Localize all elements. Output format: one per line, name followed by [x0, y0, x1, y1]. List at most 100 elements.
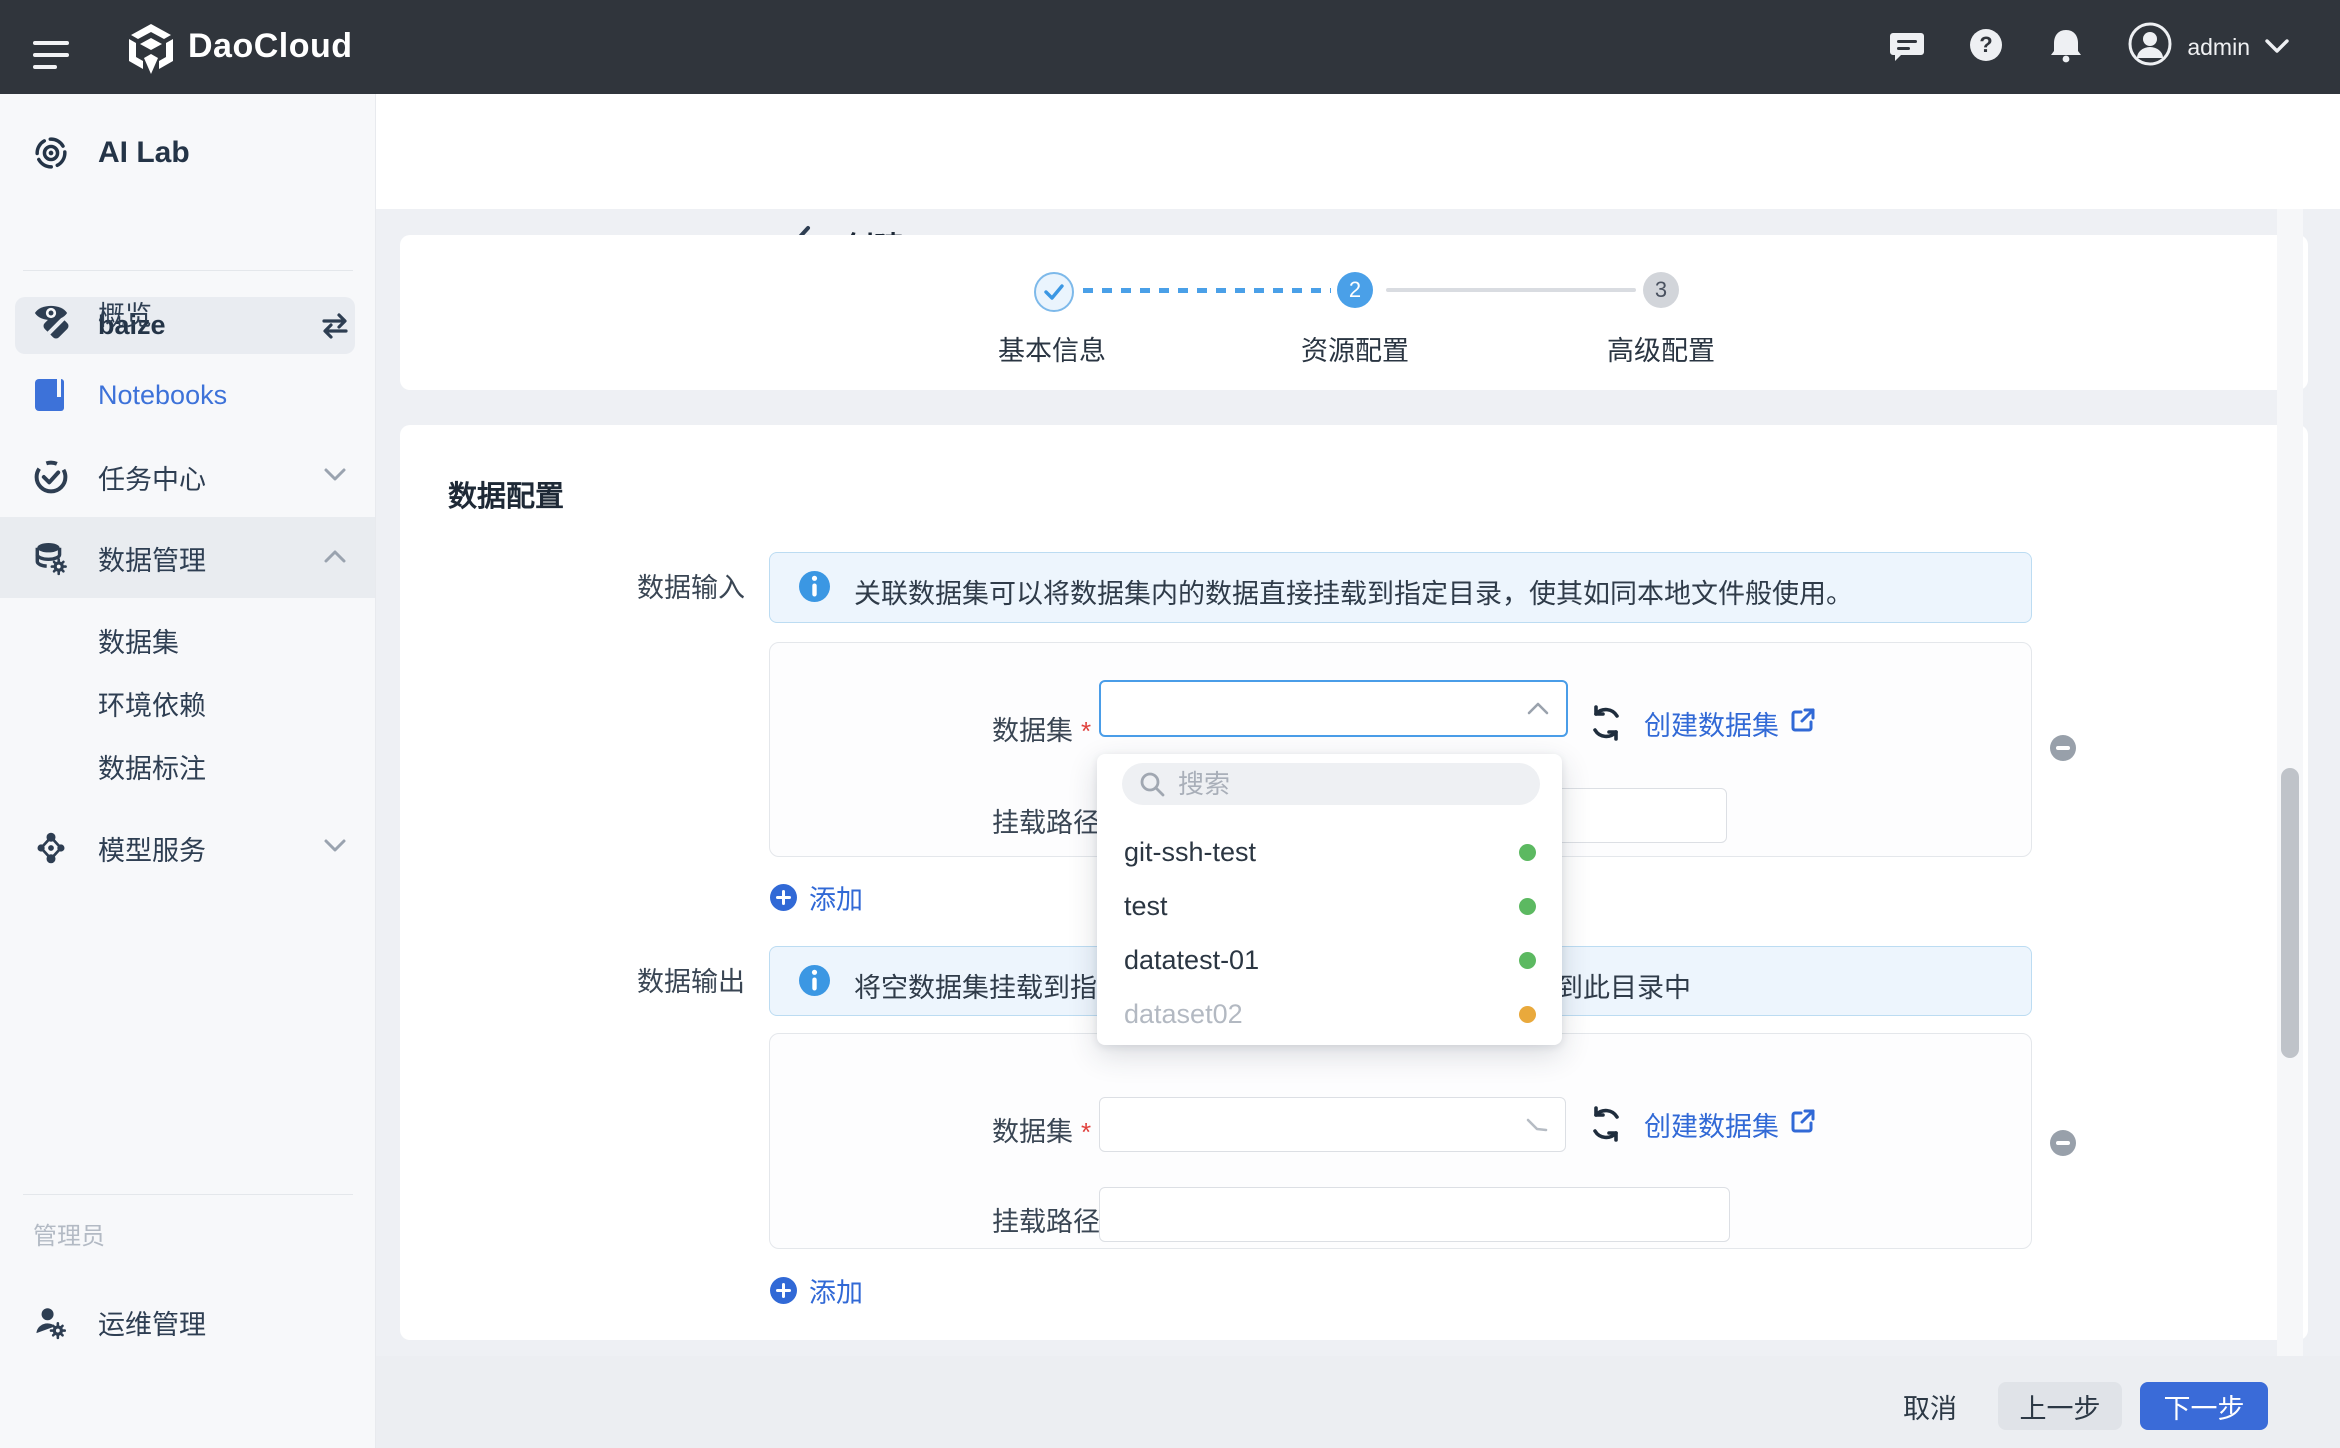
- info-icon: [798, 570, 831, 608]
- dataset-label: 数据集*: [992, 1110, 1091, 1149]
- search-icon: [1138, 770, 1166, 798]
- sidebar-item-notebooks[interactable]: Notebooks: [0, 363, 375, 427]
- sidebar-divider: [23, 1194, 353, 1195]
- eye-icon: [33, 299, 69, 327]
- help-icon[interactable]: ?: [1967, 26, 2005, 69]
- cancel-button[interactable]: 取消: [1895, 1382, 1965, 1430]
- chevron-down-icon: [323, 838, 347, 859]
- avatar-icon: [2127, 21, 2173, 73]
- data-input-hint-banner: 关联数据集可以将数据集内的数据直接挂载到指定目录，使其如同本地文件般使用。: [769, 552, 2032, 623]
- sidebar-item-label: 数据管理: [98, 539, 206, 578]
- status-dot: [1519, 844, 1536, 861]
- required-asterisk: *: [1081, 1117, 1091, 1147]
- sidebar-item-data-annotation[interactable]: 数据标注: [0, 734, 375, 798]
- chevron-up-icon: [323, 548, 347, 569]
- database-gear-icon: [33, 537, 69, 579]
- required-asterisk: *: [1081, 716, 1091, 746]
- create-dataset-link[interactable]: 创建数据集: [1644, 1105, 1817, 1144]
- add-data-output-button[interactable]: 添加: [770, 1271, 863, 1310]
- status-dot: [1519, 898, 1536, 915]
- product-name: AI Lab: [98, 136, 190, 170]
- footer-bar: 取消 上一步 下一步: [375, 1356, 2340, 1448]
- chevron-up-icon: [1526, 700, 1550, 721]
- add-data-input-button[interactable]: 添加: [770, 878, 863, 917]
- chevron-down-icon: [1525, 1117, 1549, 1138]
- admin-section-label: 管理员: [33, 1216, 105, 1251]
- mount-path-input-output[interactable]: [1099, 1187, 1730, 1242]
- previous-step-button[interactable]: 上一步: [1998, 1382, 2122, 1430]
- sidebar-item-data-management[interactable]: 数据管理: [0, 526, 375, 590]
- user-gear-icon: [33, 1301, 69, 1343]
- external-link-icon: [1789, 1107, 1817, 1142]
- scrollbar-track[interactable]: [2277, 209, 2303, 1356]
- step3-label: 高级配置: [1607, 329, 1715, 368]
- sidebar-item-task-center[interactable]: 任务中心: [0, 445, 375, 509]
- status-dot: [1519, 952, 1536, 969]
- dataset-label: 数据集*: [992, 709, 1091, 748]
- hamburger-menu-icon[interactable]: [33, 41, 69, 69]
- status-dot: [1519, 1006, 1536, 1023]
- dropdown-option[interactable]: git-ssh-test: [1097, 825, 1562, 879]
- step2-label: 资源配置: [1301, 329, 1409, 368]
- data-input-label: 数据输入: [637, 566, 737, 605]
- sidebar-item-model-service[interactable]: 模型服务: [0, 816, 375, 880]
- check-icon: [1044, 284, 1064, 300]
- sidebar-item-overview[interactable]: 概览: [0, 281, 375, 345]
- dropdown-option[interactable]: test: [1097, 879, 1562, 933]
- sidebar-item-label: 模型服务: [98, 829, 206, 868]
- dataset-select-input[interactable]: [1099, 680, 1568, 737]
- brand-name[interactable]: DaoCloud: [188, 27, 353, 66]
- dataset-dropdown-panel: git-ssh-test test datatest-01 dataset02: [1097, 754, 1562, 1045]
- remove-data-input-button[interactable]: [2050, 735, 2076, 761]
- create-dataset-link[interactable]: 创建数据集: [1644, 704, 1817, 743]
- sidebar-item-env-dependencies[interactable]: 环境依赖: [0, 671, 375, 735]
- sidebar-item-label: 运维管理: [98, 1303, 206, 1342]
- scrollbar-thumb[interactable]: [2281, 768, 2299, 1058]
- chevron-down-icon: [2264, 34, 2290, 61]
- sidebar-item-label: 数据标注: [98, 747, 206, 786]
- dropdown-search[interactable]: [1122, 763, 1540, 805]
- daocloud-logo-icon[interactable]: [126, 22, 176, 81]
- sidebar-item-label: Notebooks: [98, 380, 227, 411]
- external-link-icon: [1789, 706, 1817, 741]
- step2-active-circle[interactable]: 2: [1337, 272, 1373, 308]
- sidebar-product: AI Lab: [0, 121, 375, 185]
- top-bar: DaoCloud ? admin: [0, 0, 2340, 94]
- data-output-label: 数据输出: [637, 960, 737, 999]
- sidebar-item-label: 数据集: [98, 621, 179, 660]
- dropdown-search-input[interactable]: [1176, 768, 1510, 801]
- ai-lab-icon: [33, 127, 69, 179]
- data-input-hint-text: 关联数据集可以将数据集内的数据直接挂载到指定目录，使其如同本地文件般使用。: [854, 572, 1853, 611]
- notifications-bell-icon[interactable]: [2047, 26, 2085, 69]
- chevron-down-icon: [323, 467, 347, 488]
- step1-label: 基本信息: [998, 329, 1106, 368]
- section-title: 数据配置: [448, 473, 564, 515]
- svg-text:?: ?: [1980, 32, 1993, 57]
- sidebar-item-label: 环境依赖: [98, 684, 206, 723]
- dataset-select-output[interactable]: [1099, 1097, 1566, 1152]
- step-connector-todo: [1386, 288, 1636, 292]
- refresh-icon[interactable]: [1588, 1106, 1624, 1147]
- sidebar-item-datasets[interactable]: 数据集: [0, 608, 375, 672]
- sidebar-item-label: 任务中心: [98, 458, 206, 497]
- sidebar-item-label: 概览: [98, 294, 152, 333]
- refresh-icon[interactable]: [1588, 705, 1624, 746]
- messages-icon[interactable]: [1889, 27, 1925, 68]
- data-output-group: 数据集* 创建数据集 挂载路径*: [769, 1033, 2032, 1249]
- next-step-button[interactable]: 下一步: [2140, 1382, 2268, 1430]
- remove-data-output-button[interactable]: [2050, 1130, 2076, 1156]
- dropdown-option[interactable]: datatest-01: [1097, 933, 1562, 987]
- model-network-icon: [33, 828, 69, 868]
- page-header: 创建 Notebook: [375, 94, 2340, 209]
- step1-done-circle[interactable]: [1034, 272, 1074, 312]
- step3-circle[interactable]: 3: [1643, 272, 1679, 308]
- sidebar-item-ops-management[interactable]: 运维管理: [0, 1290, 375, 1354]
- sidebar-divider: [23, 270, 353, 271]
- user-menu[interactable]: admin: [2127, 21, 2290, 73]
- data-output-hint-text-right: 到此目录中: [1556, 966, 1691, 1005]
- app-window: DaoCloud ? admin: [0, 0, 2340, 1448]
- info-icon: [798, 964, 831, 1002]
- plus-icon: [770, 884, 797, 911]
- step-connector-done: [1083, 288, 1331, 293]
- username: admin: [2187, 34, 2250, 61]
